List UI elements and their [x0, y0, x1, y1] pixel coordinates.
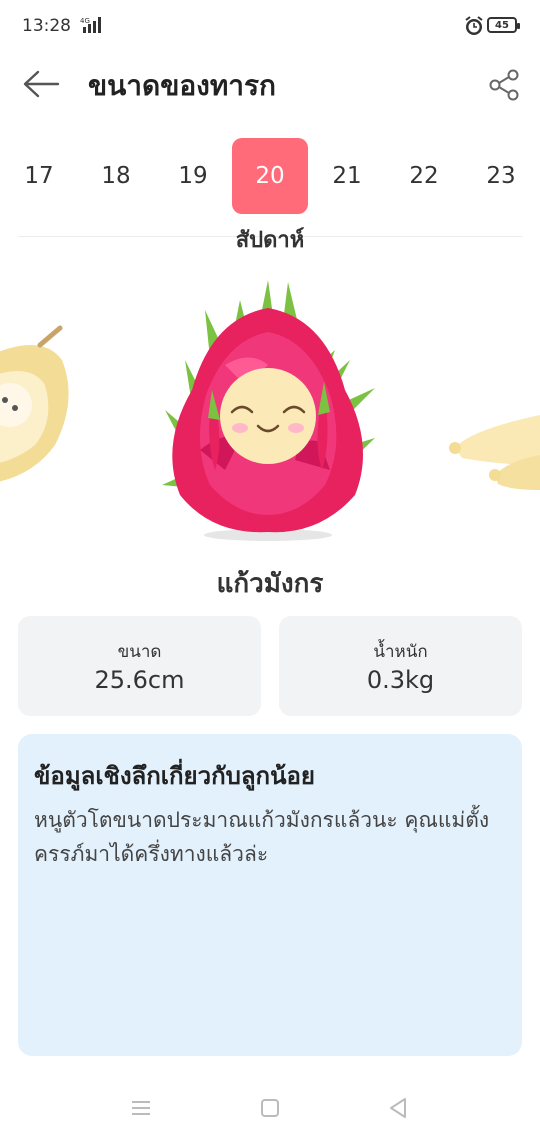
system-navigation-bar — [0, 1080, 540, 1140]
week-item-17[interactable]: 17 — [1, 138, 77, 214]
weight-card: น้ำหนัก 0.3kg — [279, 616, 522, 716]
week-selector: 17 18 19 20 21 22 23 — [0, 138, 540, 216]
week-unit-label: สัปดาห์ — [235, 228, 305, 253]
menu-icon[interactable] — [127, 1096, 155, 1120]
week-item-20-selected[interactable]: 20 — [232, 138, 308, 214]
network-label: 4G — [80, 17, 90, 25]
week-item-22[interactable]: 22 — [386, 138, 462, 214]
signal-icon: 4G — [80, 17, 101, 33]
page-title: ขนาดของทารก — [88, 69, 276, 102]
week-item-18[interactable]: 18 — [78, 138, 154, 214]
fruit-carousel[interactable] — [0, 270, 540, 560]
status-time: 13:28 — [22, 16, 71, 36]
weight-value: 0.3kg — [366, 666, 435, 694]
back-button[interactable] — [20, 66, 62, 102]
previous-fruit-illustration — [0, 325, 69, 482]
size-value: 25.6cm — [94, 666, 185, 694]
insight-title: ข้อมูลเชิงลึกเกี่ยวกับลูกน้อย — [34, 762, 315, 790]
week-item-21[interactable]: 21 — [309, 138, 385, 214]
back-nav-icon[interactable] — [384, 1096, 412, 1120]
share-button[interactable] — [486, 67, 522, 103]
battery-icon: 45 — [487, 17, 520, 33]
alarm-icon — [465, 16, 483, 35]
week-item-19[interactable]: 19 — [155, 138, 231, 214]
week-item-23[interactable]: 23 — [463, 138, 539, 214]
baby-insight-card: ข้อมูลเชิงลึกเกี่ยวกับลูกน้อย หนูตัวโตขน… — [18, 734, 522, 1056]
size-card: ขนาด 25.6cm — [18, 616, 261, 716]
home-icon[interactable] — [256, 1096, 284, 1120]
next-fruit-illustration — [449, 415, 540, 490]
size-label: ขนาด — [117, 642, 162, 662]
dragon-fruit-illustration — [162, 280, 375, 541]
status-bar: 13:28 4G 45 — [0, 0, 540, 52]
app-header: ขนาดของทารก — [0, 52, 540, 118]
insight-body: หนูตัวโตขนาดประมาณแก้วมังกรแล้วนะ คุณแม่… — [34, 808, 490, 866]
fruit-name: แก้วมังกร — [216, 569, 324, 599]
weight-label: น้ำหนัก — [373, 642, 428, 662]
